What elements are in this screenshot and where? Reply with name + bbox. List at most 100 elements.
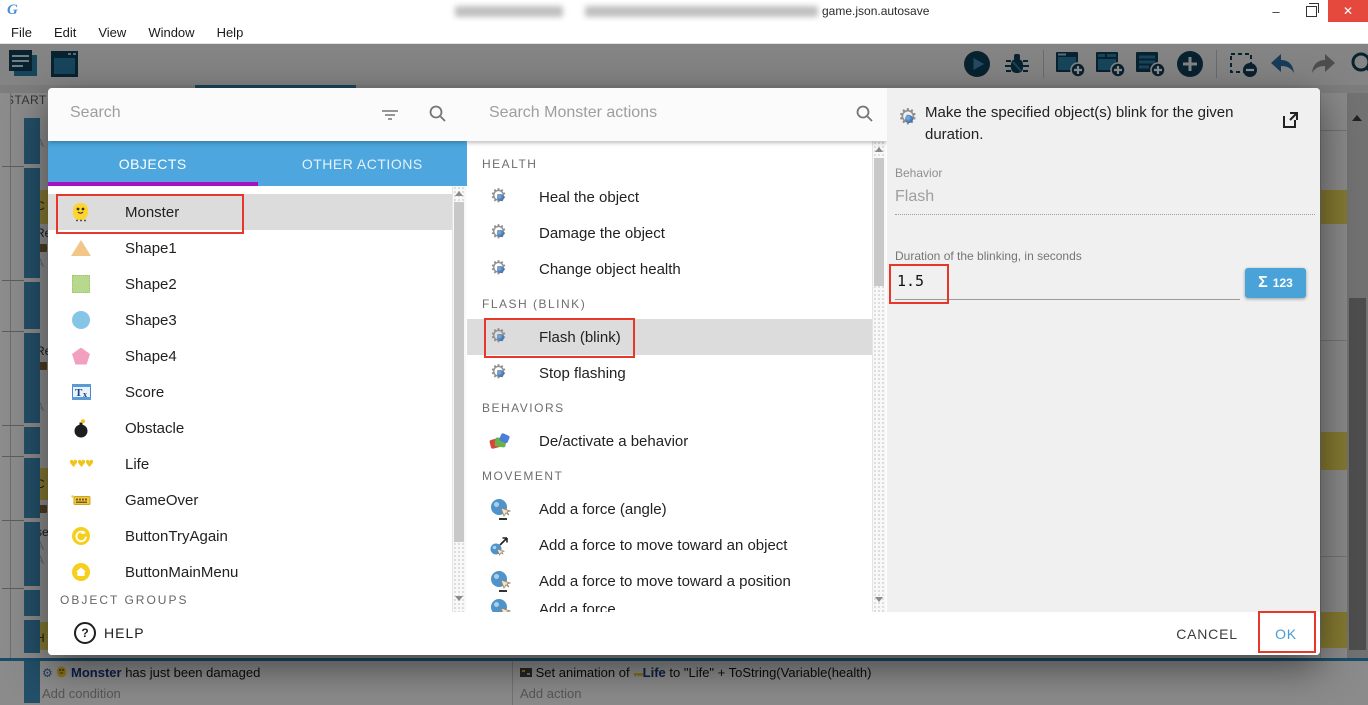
pentagon-icon [68,347,94,365]
search-icon [428,104,448,129]
tab-other-actions[interactable]: OTHER ACTIONS [258,141,468,186]
titlebar: G game.json.autosave – ✕ [0,0,1368,22]
scrollbar-thumb[interactable] [874,158,884,286]
action-item-add-a-force-angle-[interactable]: Add a force (angle) [467,491,872,527]
object-search-input[interactable] [68,103,322,123]
action-item-flash-blink-[interactable]: ⚙ Flash (blink) [467,319,872,355]
minimize-icon: – [1272,3,1280,19]
action-item-add-a-force[interactable]: Add a force [467,591,872,612]
action-item-add-a-force-to-move-toward-an-object[interactable]: Add a force to move toward an object [467,527,872,563]
action-item-change-object-health[interactable]: ⚙ Change object health [467,251,872,287]
object-list: Monster Shape1 Shape2 Shape3 Shape4 Tx Score Ob… [48,186,467,612]
help-icon: ? [74,622,96,644]
expression-123-label: 123 [1272,276,1293,290]
scrollbar-thumb[interactable] [454,202,464,542]
object-item-obstacle[interactable]: Obstacle [48,410,452,446]
action-label: Change object health [539,260,681,278]
ok-button[interactable]: OK [1262,620,1310,648]
tab-objects[interactable]: OBJECTS [48,141,258,186]
menu-edit[interactable]: Edit [54,25,76,40]
gear-icon: ⚙ [487,185,513,208]
triangle-icon [68,240,94,256]
text-icon: Tx [68,384,94,400]
object-tabs: OBJECTS OTHER ACTIONS [48,141,467,186]
object-label: ButtonMainMenu [125,563,239,581]
circle-icon [68,311,94,329]
gameover-icon [68,494,94,507]
scroll-up-arrow[interactable] [875,147,883,152]
cancel-button[interactable]: CANCEL [1166,620,1248,648]
object-label: Score [125,383,165,401]
scroll-up-arrow[interactable] [455,191,463,196]
behavior-field-label: Behavior [895,166,943,180]
object-label: Shape3 [125,311,177,329]
active-tab-underline [48,182,258,186]
app-content: START ACReAReACseAAH ⚙ Monster has just … [0,44,1368,705]
action-search-input[interactable] [487,103,741,123]
object-label: ButtonTryAgain [125,527,228,545]
retry-icon [68,527,94,545]
object-item-shape4[interactable]: Shape4 [48,338,452,374]
gear-icon: ⚙ [487,257,513,280]
menu-window[interactable]: Window [148,25,194,40]
gear-icon: ⚙ [487,325,513,348]
object-item-shape3[interactable]: Shape3 [48,302,452,338]
sigma-icon: Σ [1258,274,1268,291]
close-icon: ✕ [1342,4,1354,18]
object-item-shape1[interactable]: Shape1 [48,230,452,266]
svg-text:x: x [83,390,87,399]
action-label: Flash (blink) [539,328,621,346]
object-item-buttontryagain[interactable]: ButtonTryAgain [48,518,452,554]
action-item-de-activate-a-behavior[interactable]: De/activate a behavior [467,423,872,459]
section-header-health: HEALTH [482,157,538,171]
redacted-title-text [455,6,563,17]
action-label: Heal the object [539,188,640,206]
action-item-stop-flashing[interactable]: ⚙ Stop flashing [467,355,872,391]
close-button[interactable]: ✕ [1328,0,1368,22]
object-item-gameover[interactable]: GameOver [48,482,452,518]
action-search-card [467,88,887,141]
object-label: GameOver [125,491,199,509]
action-parameters-panel: ⚙ Make the specified object(s) blink for… [887,88,1320,612]
instruction-editor-dialog: OBJECTS OTHER ACTIONS Monster Shape1 Shape… [48,88,1320,655]
action-label: De/activate a behavior [539,432,689,450]
object-label: Shape2 [125,275,177,293]
duration-field-label: Duration of the blinking, in seconds [895,249,1082,263]
help-label: HELP [104,625,145,641]
scroll-down-arrow[interactable] [875,597,883,602]
menu-help[interactable]: Help [217,25,244,40]
action-label: Add a force [539,600,616,613]
object-list-scrollbar[interactable] [452,186,466,612]
action-item-damage-the-object[interactable]: ⚙ Damage the object [467,215,872,251]
action-item-heal-the-object[interactable]: ⚙ Heal the object [467,179,872,215]
force-icon [487,598,513,612]
help-button[interactable]: ? HELP [68,621,151,645]
external-link-icon[interactable] [1280,110,1300,135]
expression-editor-button[interactable]: Σ 123 [1245,268,1306,298]
object-item-monster[interactable]: Monster [48,194,452,230]
duration-input[interactable] [895,271,1019,291]
restore-button[interactable] [1294,0,1328,22]
menu-file[interactable]: File [11,25,32,40]
filter-icon[interactable] [381,108,399,126]
scroll-down-arrow[interactable] [455,596,463,601]
object-item-buttonmainmenu[interactable]: ButtonMainMenu [48,554,452,590]
behavior-field-value: Flash [895,188,1315,215]
gear-icon: ⚙ [487,221,513,244]
object-item-shape2[interactable]: Shape2 [48,266,452,302]
object-groups-header: OBJECT GROUPS [60,593,189,607]
restore-icon [1305,2,1319,17]
action-label: Stop flashing [539,364,626,382]
menu-view[interactable]: View [98,25,126,40]
object-item-life[interactable]: ♥♥♥ Life [48,446,452,482]
menubar: File Edit View Window Help [0,22,1368,44]
object-item-score[interactable]: Tx Score [48,374,452,410]
action-list-scrollbar[interactable] [872,141,886,612]
action-description: Make the specified object(s) blink for t… [925,104,1234,143]
action-list-column: HEALTH ⚙ Heal the object ⚙ Damage the object… [467,88,887,612]
gdevelop-logo: G [7,2,18,18]
behavior-icon [487,432,513,451]
section-header-flash-blink-: FLASH (BLINK) [482,297,587,311]
minimize-button[interactable]: – [1258,0,1294,22]
hearts-icon: ♥♥♥ [69,458,94,470]
